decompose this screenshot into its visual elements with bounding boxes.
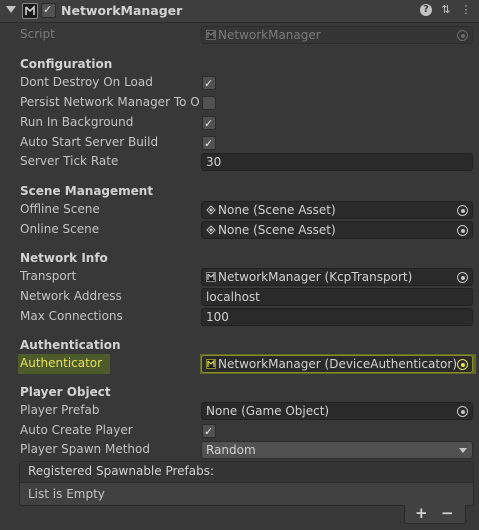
offline-scene-value: None (Scene Asset)	[218, 203, 336, 217]
spawn-method-row: Player Spawn Method Random	[0, 440, 479, 460]
network-manager-icon	[22, 3, 38, 19]
dont-destroy-row: Dont Destroy On Load ✓	[0, 73, 479, 93]
remove-item-button[interactable]: −	[441, 504, 454, 522]
scene-asset-icon	[206, 225, 216, 235]
object-picker-icon[interactable]	[457, 359, 468, 370]
persist-row: Persist Network Manager To Offline Scene	[0, 93, 479, 113]
auto-start-label: Auto Start Server Build	[20, 135, 159, 149]
script-value: NetworkManager	[218, 28, 321, 42]
object-picker-icon	[457, 30, 468, 41]
section-authentication: Authentication	[20, 338, 121, 352]
transport-field[interactable]: NetworkManager (KcpTransport)	[201, 268, 473, 286]
object-picker-icon[interactable]	[457, 205, 468, 216]
online-scene-value: None (Scene Asset)	[218, 223, 336, 237]
transport-value: NetworkManager (KcpTransport)	[218, 270, 413, 284]
checkmark-icon: ✓	[204, 425, 214, 438]
script-field: NetworkManager	[201, 26, 473, 44]
online-scene-row: Online Scene None (Scene Asset)	[0, 220, 479, 240]
section-player-object: Player Object	[20, 385, 111, 399]
online-scene-label: Online Scene	[20, 222, 100, 236]
section-scene-management: Scene Management	[20, 184, 154, 198]
component-icon	[206, 272, 216, 282]
component-enabled-checkbox[interactable]: ✓	[41, 3, 56, 18]
auto-create-label: Auto Create Player	[20, 423, 133, 437]
run-bg-label: Run In Background	[20, 115, 134, 129]
section-configuration: Configuration	[20, 57, 113, 71]
list-footer: + −	[404, 504, 466, 524]
network-address-label: Network Address	[20, 289, 122, 303]
auto-start-row: Auto Start Server Build ✓	[0, 133, 479, 153]
online-scene-field[interactable]: None (Scene Asset)	[201, 221, 473, 239]
authenticator-label: Authenticator	[20, 356, 103, 370]
spawn-method-label: Player Spawn Method	[20, 442, 150, 456]
network-address-row: Network Address localhost	[0, 287, 479, 307]
player-prefab-row: Player Prefab None (Game Object)	[0, 401, 479, 421]
auto-create-checkbox[interactable]: ✓	[202, 424, 216, 438]
offline-scene-label: Offline Scene	[20, 202, 100, 216]
list-header-label: Registered Spawnable Prefabs:	[28, 464, 215, 478]
dont-destroy-label: Dont Destroy On Load	[20, 75, 153, 89]
tick-rate-label: Server Tick Rate	[20, 154, 119, 168]
authenticator-value: NetworkManager (DeviceAuthenticator)	[218, 357, 458, 371]
chevron-down-icon	[459, 448, 467, 453]
max-connections-label: Max Connections	[20, 309, 123, 323]
transport-label: Transport	[20, 269, 77, 283]
script-row: Script NetworkManager	[0, 25, 479, 45]
object-picker-icon[interactable]	[457, 225, 468, 236]
max-connections-row: Max Connections 100	[0, 307, 479, 327]
player-prefab-label: Player Prefab	[20, 403, 100, 417]
max-connections-input[interactable]: 100	[201, 308, 473, 326]
authenticator-row: Authenticator NetworkManager (DeviceAuth…	[0, 354, 479, 374]
checkmark-icon: ✓	[204, 77, 214, 90]
offline-scene-row: Offline Scene None (Scene Asset)	[0, 200, 479, 220]
run-bg-row: Run In Background ✓	[0, 113, 479, 133]
auto-create-row: Auto Create Player ✓	[0, 421, 479, 441]
offline-scene-field[interactable]: None (Scene Asset)	[201, 201, 473, 219]
scene-asset-icon	[206, 205, 216, 215]
script-label: Script	[20, 27, 55, 41]
max-connections-value: 100	[206, 310, 229, 324]
authenticator-field[interactable]: NetworkManager (DeviceAuthenticator)	[201, 355, 473, 373]
tick-rate-value: 30	[206, 155, 222, 169]
auto-start-checkbox[interactable]: ✓	[202, 136, 216, 150]
run-bg-checkbox[interactable]: ✓	[202, 116, 216, 130]
transport-row: Transport NetworkManager (KcpTransport)	[0, 267, 479, 287]
component-title: NetworkManager	[61, 3, 183, 18]
checkmark-icon: ✓	[204, 117, 214, 130]
checkmark-icon: ✓	[204, 137, 214, 150]
list-empty-text: List is Empty	[28, 487, 105, 501]
network-address-value: localhost	[206, 290, 260, 304]
presets-icon[interactable]: ⇅	[440, 4, 452, 16]
spawnable-prefabs-list: Registered Spawnable Prefabs: List is Em…	[19, 461, 474, 506]
persist-label: Persist Network Manager To Offline Scene	[20, 95, 200, 109]
foldout-arrow-icon[interactable]	[6, 6, 16, 13]
list-header: Registered Spawnable Prefabs:	[20, 462, 473, 483]
object-picker-icon[interactable]	[457, 406, 468, 417]
help-icon[interactable]: ?	[420, 4, 432, 16]
spawn-method-value: Random	[206, 443, 256, 457]
player-prefab-field[interactable]: None (Game Object)	[201, 402, 473, 420]
object-picker-icon[interactable]	[457, 272, 468, 283]
component-icon	[206, 359, 216, 369]
spawn-method-dropdown[interactable]: Random	[201, 441, 473, 459]
tick-rate-input[interactable]: 30	[201, 153, 473, 171]
section-network-info: Network Info	[20, 251, 108, 265]
tick-rate-row: Server Tick Rate 30	[0, 152, 479, 172]
component-header: ✓ NetworkManager ? ⇅ ⋮	[0, 0, 479, 23]
script-object-icon	[206, 30, 216, 40]
player-prefab-value: None (Game Object)	[206, 404, 330, 418]
persist-checkbox[interactable]	[202, 96, 216, 110]
more-options-icon[interactable]: ⋮	[460, 4, 472, 16]
network-address-input[interactable]: localhost	[201, 288, 473, 306]
dont-destroy-checkbox[interactable]: ✓	[202, 76, 216, 90]
add-item-button[interactable]: +	[415, 504, 428, 522]
